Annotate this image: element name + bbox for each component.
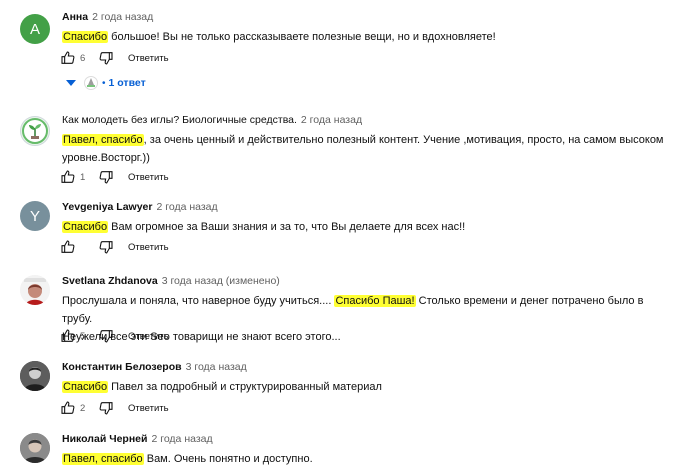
comment-text: Спасибо Вам огромное за Ваши знания и за… <box>62 218 670 236</box>
thumbs-up-icon[interactable] <box>60 328 76 344</box>
like-count: 5 <box>80 330 86 342</box>
highlighted-text: Спасибо Паша! <box>334 295 416 307</box>
comment-meta: Константин Белозеров 3 года назад <box>62 361 670 374</box>
author-name[interactable]: Николай Черней <box>62 433 147 445</box>
text-line: Спасибо большое! Вы не только рассказыва… <box>62 31 496 43</box>
person-photo-icon <box>20 361 50 391</box>
reply-button[interactable]: Ответить <box>128 172 169 183</box>
comment-time[interactable]: 3 года назад (изменено) <box>162 275 280 287</box>
comment-time[interactable]: 2 года назад <box>151 433 212 445</box>
author-name[interactable]: Константин Белозеров <box>62 361 182 373</box>
comment-time[interactable]: 2 года назад <box>156 201 217 213</box>
reply-button[interactable]: Ответить <box>128 53 169 64</box>
comment-meta: Николай Черней 2 года назад <box>62 433 670 446</box>
comment-text: Спасибо Павел за подробный и структуриро… <box>62 378 670 396</box>
author-name[interactable]: Как молодеть без иглы? Биологичные средс… <box>62 114 297 126</box>
reply-button[interactable]: Ответить <box>128 242 169 253</box>
text-line: Павел, спасибо Вам. Очень понятно и дост… <box>62 453 313 465</box>
comment-actions: 1 Ответить <box>60 168 169 186</box>
comment-actions: 2 Ответить <box>60 399 169 417</box>
thumbs-up-icon[interactable] <box>60 239 76 255</box>
thumbs-down-icon[interactable] <box>98 169 114 185</box>
avatar[interactable] <box>20 275 50 305</box>
bullet-icon: • <box>102 77 106 89</box>
text-line: Прослушала и поняла, что наверное буду у… <box>62 295 644 325</box>
comment-time[interactable]: 2 года назад <box>92 11 153 23</box>
portrait-icon <box>20 275 50 305</box>
thumbs-down-icon[interactable] <box>98 50 114 66</box>
comment-text: Спасибо большое! Вы не только рассказыва… <box>62 28 670 46</box>
comment-actions: Ответить <box>60 238 169 256</box>
highlighted-text: Павел, спасибо <box>62 453 144 465</box>
thumbs-down-icon[interactable] <box>98 400 114 416</box>
thumbs-down-icon[interactable] <box>98 239 114 255</box>
person-photo-icon <box>20 433 50 463</box>
comment-meta: Как молодеть без иглы? Биологичные средс… <box>62 114 670 127</box>
thumbs-down-icon[interactable] <box>98 328 114 344</box>
creator-avatar-icon <box>84 76 98 90</box>
plant-logo-icon <box>22 118 48 144</box>
highlighted-text: Спасибо <box>62 381 109 393</box>
highlighted-text: Спасибо <box>62 31 109 43</box>
comment-meta: Yevgeniya Lawyer 2 года назад <box>62 201 670 214</box>
text-line: Спасибо Павел за подробный и структуриро… <box>62 381 382 393</box>
thumbs-up-icon[interactable] <box>60 50 76 66</box>
text-line: Спасибо Вам огромное за Ваши знания и за… <box>62 221 466 233</box>
comment-time[interactable]: 2 года назад <box>301 114 362 126</box>
like-count: 1 <box>80 171 86 183</box>
thumbs-up-icon[interactable] <box>60 169 76 185</box>
replies-label: 1 ответ <box>108 77 146 89</box>
like-count: 6 <box>80 52 86 64</box>
author-name[interactable]: Svetlana Zhdanova <box>62 275 158 287</box>
text-line: уровне.Восторг.)) <box>62 152 150 164</box>
avatar[interactable]: A <box>20 14 50 44</box>
thumbs-up-icon[interactable] <box>60 400 76 416</box>
text-line: Павел, спасибо, за очень ценный и действ… <box>62 134 664 146</box>
comment-actions: 6 Ответить <box>60 49 169 67</box>
avatar[interactable] <box>20 116 50 146</box>
avatar[interactable] <box>20 361 50 391</box>
comment-text: Павел, спасибо, за очень ценный и действ… <box>62 131 670 167</box>
like-count: 2 <box>80 402 86 414</box>
highlighted-text: Павел, спасибо <box>62 134 144 146</box>
avatar[interactable]: Y <box>20 201 50 231</box>
author-name[interactable]: Yevgeniya Lawyer <box>62 201 152 213</box>
highlighted-text: Спасибо <box>62 221 109 233</box>
comment-time[interactable]: 3 года назад <box>186 361 247 373</box>
reply-button[interactable]: Ответить <box>128 331 169 342</box>
comment-text: Павел, спасибо Вам. Очень понятно и дост… <box>62 450 670 468</box>
author-name[interactable]: Анна <box>62 11 88 23</box>
comment-actions: 5 Ответить <box>60 327 169 345</box>
chevron-down-icon <box>66 79 76 87</box>
reply-button[interactable]: Ответить <box>128 403 169 414</box>
comment-meta: Svetlana Zhdanova 3 года назад (изменено) <box>62 275 670 288</box>
replies-toggle[interactable]: • 1 ответ <box>66 76 146 90</box>
comment-meta: Анна 2 года назад <box>62 11 670 24</box>
avatar[interactable] <box>20 433 50 463</box>
